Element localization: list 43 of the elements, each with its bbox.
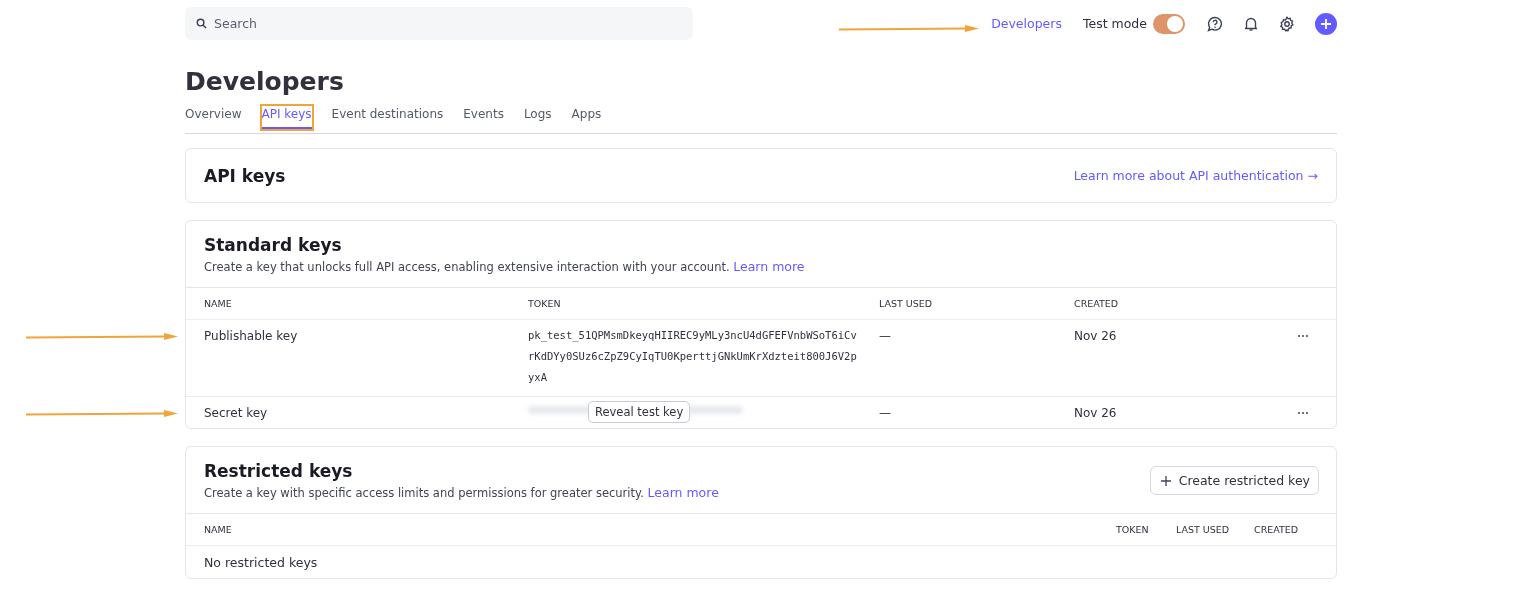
- help-icon[interactable]: [1207, 15, 1223, 32]
- section-description: Create a key that unlocks full API access, enabling extensive interaction with your account. Learn more: [204, 259, 805, 274]
- page-title: Developers: [185, 66, 345, 98]
- card-title: API keys: [204, 165, 286, 186]
- created-date: Nov 26: [1074, 329, 1118, 343]
- learn-more-link[interactable]: Learn more: [647, 485, 719, 500]
- column-header: NAME: [204, 524, 233, 535]
- section-title: Standard keys: [204, 235, 343, 255]
- section-description: Create a key with specific access limits and permissions for greater security. Learn more: [204, 485, 719, 500]
- plus-icon: [1160, 475, 1171, 486]
- key-name: Publishable key: [204, 329, 299, 343]
- tab[interactable]: Events: [463, 106, 504, 127]
- tab[interactable]: API keys: [261, 106, 312, 129]
- key-name: Secret key: [204, 406, 269, 420]
- learn-more-link[interactable]: Learn more: [733, 259, 805, 274]
- column-header: CREATED: [1254, 524, 1300, 535]
- column-header: NAME: [204, 298, 233, 309]
- tab[interactable]: Overview: [185, 106, 242, 127]
- create-restricted-key-button[interactable]: Create restricted key: [1149, 466, 1319, 495]
- notification-bell-icon[interactable]: [1243, 15, 1259, 32]
- tab[interactable]: Event destinations: [331, 106, 444, 127]
- tab[interactable]: Apps: [571, 106, 602, 127]
- developers-link[interactable]: Developers: [991, 16, 1062, 31]
- search-field[interactable]: Search: [185, 7, 693, 40]
- last-used-value: —: [879, 406, 892, 420]
- add-button-icon[interactable]: [1315, 12, 1337, 35]
- last-used-value: —: [879, 329, 892, 343]
- reveal-key-button[interactable]: Reveal test key: [588, 401, 691, 423]
- test-mode-toggle[interactable]: [1153, 13, 1185, 34]
- search-icon: [196, 18, 207, 29]
- column-header: CREATED: [1074, 298, 1120, 309]
- column-header: TOKEN: [528, 298, 562, 309]
- settings-icon[interactable]: [1279, 15, 1295, 32]
- tab[interactable]: Logs: [523, 106, 552, 127]
- token-value: pk_test_51QPMsmDkeyqHIIREC9yMLy3ncU4dGFEFVnbWSoT6iCvrKdDYy0SUz6cZpZ9CyIqTU0KperttjGNkUmKrXdzteit800J6V2pyxA: [528, 328, 858, 385]
- test-mode-label: Test mode: [1082, 16, 1147, 31]
- learn-more-link[interactable]: Learn more about API authentication →: [1073, 168, 1318, 183]
- column-header: LAST USED: [879, 298, 934, 309]
- created-date: Nov 26: [1074, 406, 1118, 420]
- section-title: Restricted keys: [204, 461, 354, 481]
- empty-message: No restricted keys: [204, 555, 318, 570]
- column-header: LAST USED: [1176, 524, 1231, 535]
- column-header: TOKEN: [1116, 524, 1150, 535]
